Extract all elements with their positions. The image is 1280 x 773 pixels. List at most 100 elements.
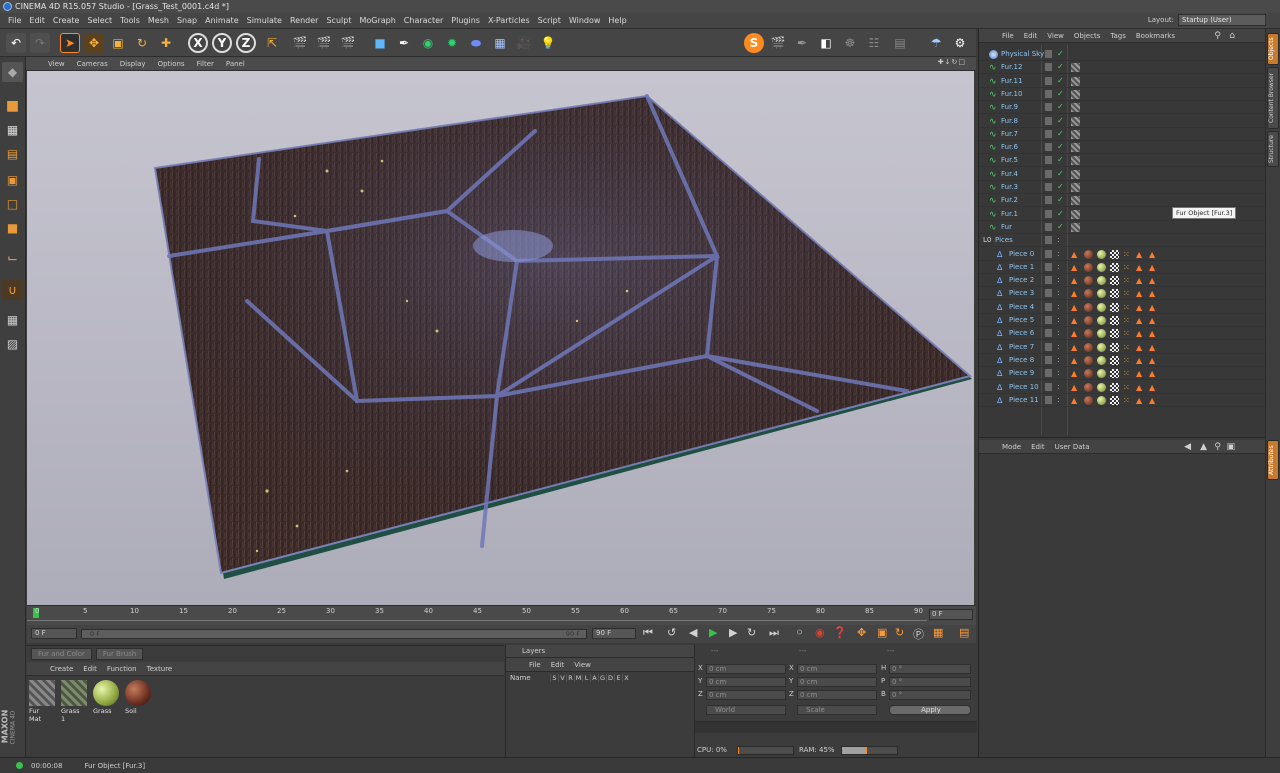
- go-to-start-button[interactable]: ⏮: [643, 626, 653, 640]
- vertex-map-tag-icon[interactable]: ⁙: [1123, 316, 1132, 325]
- end-frame-field[interactable]: 90 F: [592, 628, 636, 639]
- object-row[interactable]: ∿ Fur.4 ✓: [979, 168, 1266, 181]
- visibility-toggle[interactable]: [1045, 276, 1052, 285]
- mode-button-3[interactable]: ▤: [890, 33, 910, 53]
- fur-material-tag-icon[interactable]: [1071, 196, 1080, 206]
- tab-objects[interactable]: Objects: [1267, 33, 1279, 65]
- scale-key-button[interactable]: ▣: [877, 626, 887, 639]
- selection-tag-icon[interactable]: ▲: [1149, 369, 1158, 378]
- rotation-h-field[interactable]: 0 °: [889, 664, 971, 674]
- menu-simulate[interactable]: Simulate: [243, 16, 286, 25]
- visibility-toggle[interactable]: [1045, 289, 1052, 298]
- recent-tool-button[interactable]: ✚: [156, 33, 176, 53]
- tab-structure[interactable]: Structure: [1267, 131, 1279, 167]
- selection-tag-icon[interactable]: ▲: [1071, 263, 1080, 272]
- object-row[interactable]: ∿ Fur.7 ✓: [979, 128, 1266, 141]
- uvw-tag-icon[interactable]: [1110, 302, 1119, 312]
- menu-tools[interactable]: Tools: [116, 16, 144, 25]
- visibility-toggle[interactable]: [1045, 116, 1052, 125]
- cube-primitive-button[interactable]: ■: [370, 33, 390, 53]
- mode-button-2[interactable]: ☷: [864, 33, 884, 53]
- objects-menu-edit[interactable]: Edit: [1019, 32, 1043, 40]
- attributes-lock-icon[interactable]: ▣: [1221, 442, 1240, 452]
- tab-content-browser[interactable]: Content Browser: [1267, 67, 1279, 129]
- attributes-menu-edit[interactable]: Edit: [1026, 443, 1050, 451]
- animation-record-button[interactable]: 🎬: [768, 33, 788, 53]
- enable-checkmark-icon[interactable]: :: [1057, 315, 1066, 324]
- selection-tag-icon[interactable]: ▲: [1071, 289, 1080, 298]
- enable-checkmark-icon[interactable]: ✓: [1057, 89, 1066, 98]
- enable-checkmark-icon[interactable]: :: [1057, 342, 1066, 351]
- enable-axis-button[interactable]: ⌙: [2, 248, 23, 268]
- 3d-viewport[interactable]: [27, 71, 974, 605]
- objects-menu-objects[interactable]: Objects: [1069, 32, 1105, 40]
- rotation-b-field[interactable]: 0 °: [889, 690, 971, 700]
- undo-button[interactable]: ↶: [6, 33, 26, 53]
- selection-tag-icon[interactable]: ▲: [1149, 356, 1158, 365]
- soil-material-tag-icon[interactable]: [1084, 355, 1093, 365]
- material-grass-1[interactable]: [61, 680, 87, 706]
- layers-menu-edit[interactable]: Edit: [546, 661, 570, 669]
- menu-sculpt[interactable]: Sculpt: [322, 16, 355, 25]
- render-view-button[interactable]: 🎬: [290, 33, 310, 53]
- next-key-button[interactable]: ↻: [747, 626, 756, 639]
- enable-checkmark-icon[interactable]: ✓: [1057, 116, 1066, 125]
- autokey-button[interactable]: ◉: [815, 626, 825, 639]
- sculpt-button[interactable]: ✒: [792, 33, 812, 53]
- vertex-map-tag-icon[interactable]: ⁙: [1123, 263, 1132, 272]
- object-manager-home-icon[interactable]: ⌂: [1224, 31, 1240, 41]
- object-row[interactable]: ∿ Fur.10 ✓: [979, 88, 1266, 101]
- visibility-toggle[interactable]: [1045, 50, 1052, 58]
- nurbs-button[interactable]: ◉: [418, 33, 438, 53]
- z-axis-button[interactable]: Z: [236, 33, 256, 53]
- visibility-toggle[interactable]: [1045, 143, 1052, 152]
- visibility-toggle[interactable]: [1045, 355, 1052, 364]
- menu-render[interactable]: Render: [286, 16, 322, 25]
- fur-material-tag-icon[interactable]: [1071, 156, 1080, 166]
- selection-tag-icon[interactable]: ▲: [1136, 343, 1145, 352]
- previous-frame-button[interactable]: ◀: [689, 626, 697, 639]
- fur-material-tag-icon[interactable]: [1071, 116, 1080, 126]
- selection-tag-icon[interactable]: ▲: [1149, 263, 1158, 272]
- selection-tag-icon[interactable]: ▲: [1071, 396, 1080, 405]
- grass-material-tag-icon[interactable]: [1097, 369, 1106, 379]
- grass-material-tag-icon[interactable]: [1097, 289, 1106, 299]
- enable-checkmark-icon[interactable]: ✓: [1057, 102, 1066, 111]
- selection-tag-icon[interactable]: ▲: [1136, 276, 1145, 285]
- grass-material-tag-icon[interactable]: [1097, 342, 1106, 352]
- selection-tag-icon[interactable]: ▲: [1136, 383, 1145, 392]
- viewport-menu-cameras[interactable]: Cameras: [71, 60, 114, 68]
- menu-animate[interactable]: Animate: [201, 16, 243, 25]
- menu-mograph[interactable]: MoGraph: [355, 16, 399, 25]
- coordinate-system-button[interactable]: ⇱: [262, 33, 282, 53]
- position-z-field[interactable]: 0 cm: [706, 690, 786, 700]
- vertex-map-tag-icon[interactable]: ⁙: [1123, 383, 1132, 392]
- menu-x-particles[interactable]: X-Particles: [484, 16, 534, 25]
- soil-material-tag-icon[interactable]: [1084, 302, 1093, 312]
- tab-attributes[interactable]: Attributes: [1267, 440, 1279, 480]
- visibility-toggle[interactable]: [1045, 249, 1052, 258]
- selection-tag-icon[interactable]: ▲: [1149, 303, 1158, 312]
- record-keys-button[interactable]: ⚪: [795, 626, 804, 639]
- object-row[interactable]: L0 Pices:: [979, 234, 1266, 248]
- enable-checkmark-icon[interactable]: ✓: [1057, 49, 1066, 58]
- selection-tag-icon[interactable]: ▲: [1149, 343, 1158, 352]
- enable-checkmark-icon[interactable]: ✓: [1057, 155, 1066, 164]
- light-button[interactable]: 💡: [538, 33, 558, 53]
- enable-checkmark-icon[interactable]: :: [1057, 302, 1066, 311]
- soil-material-tag-icon[interactable]: [1084, 329, 1093, 339]
- rotation-p-field[interactable]: 0 °: [889, 677, 971, 687]
- selection-tag-icon[interactable]: ▲: [1071, 250, 1080, 259]
- visibility-toggle[interactable]: [1045, 129, 1052, 138]
- model-mode-button[interactable]: ■: [2, 96, 23, 116]
- enable-checkmark-icon[interactable]: :: [1057, 235, 1066, 244]
- viewport-menu-filter[interactable]: Filter: [191, 60, 220, 68]
- object-row[interactable]: ∆ Piece 2: ▲ ⁙ ▲ ▲: [979, 274, 1266, 288]
- position-y-field[interactable]: 0 cm: [706, 677, 786, 687]
- material-menu-function[interactable]: Function: [102, 665, 142, 673]
- tab-fur-brush[interactable]: Fur Brush: [95, 648, 144, 660]
- selection-tag-icon[interactable]: ▲: [1136, 356, 1145, 365]
- locked-workplane-button[interactable]: ▨: [2, 334, 23, 354]
- material-grass[interactable]: [93, 680, 119, 706]
- menu-file[interactable]: File: [4, 16, 25, 25]
